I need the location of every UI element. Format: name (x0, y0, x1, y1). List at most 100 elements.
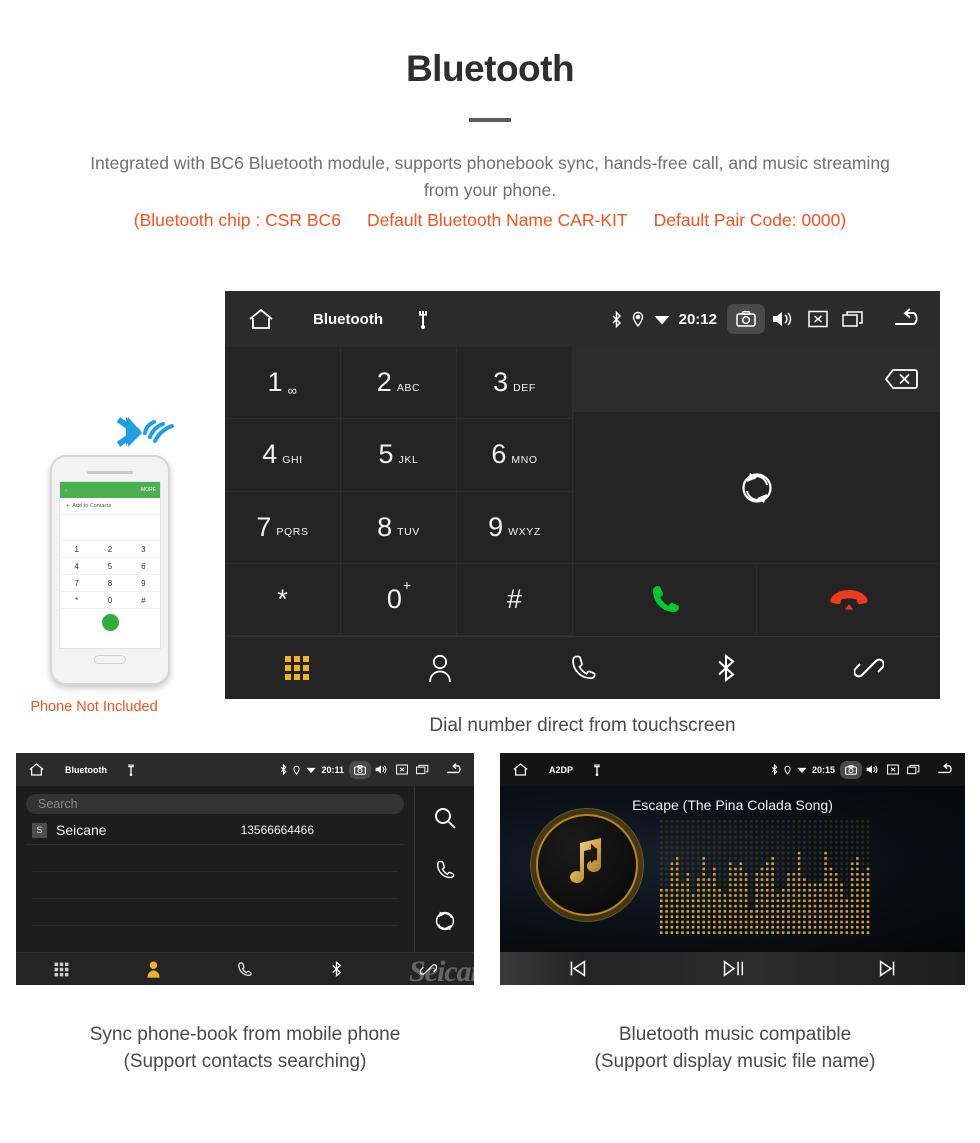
avatar: S (32, 822, 47, 838)
list-item-empty (32, 872, 398, 899)
back-icon[interactable] (936, 763, 957, 776)
phonebook-clock: 20:11 (321, 764, 344, 775)
contact-number: 13566664466 (240, 823, 314, 837)
keypad-key-hash[interactable]: # (457, 563, 573, 636)
keypad-key-1[interactable]: 1 ∞ (225, 347, 341, 420)
dialer-audio-switch-button[interactable] (573, 412, 940, 564)
keypad-key-2[interactable]: 2 ABC (341, 347, 457, 420)
close-box-icon[interactable] (887, 764, 899, 775)
phone-call-row (60, 609, 160, 635)
music-bluetooth-note-icon (570, 838, 602, 884)
keypad-key-0[interactable]: 0 + (341, 563, 457, 636)
hangup-button[interactable] (757, 564, 940, 636)
sidebar-item-call-history[interactable] (199, 961, 291, 978)
music-status-bar: A2DP 20:15 (500, 753, 965, 786)
usb-icon (417, 309, 429, 329)
play-pause-button[interactable] (655, 959, 810, 978)
camera-icon[interactable] (840, 760, 862, 779)
sidebar-item-bluetooth[interactable] (291, 960, 383, 978)
phone-key-0: 0 (93, 592, 127, 609)
keypad-key-3[interactable]: 3 DEF (457, 347, 573, 420)
volume-icon[interactable] (772, 310, 794, 328)
sync-icon[interactable] (434, 910, 456, 932)
keypad-key-5[interactable]: 5 JKL (341, 419, 457, 492)
back-icon[interactable] (445, 763, 466, 776)
volume-icon[interactable] (375, 764, 388, 775)
keypad-key-star[interactable]: * (225, 563, 341, 636)
phone-key-8: 8 (93, 575, 127, 592)
keypad-key-4[interactable]: 4 GHI (225, 419, 341, 492)
phone-key-4: 4 (60, 558, 94, 575)
wifi-icon (797, 766, 807, 774)
location-icon (632, 311, 644, 327)
dialer-number-display[interactable] (573, 347, 940, 412)
phone-back-icon: ← (64, 487, 69, 493)
recent-apps-icon[interactable] (842, 310, 864, 328)
recent-apps-icon[interactable] (416, 764, 429, 775)
hangup-icon (829, 590, 868, 610)
camera-icon[interactable] (727, 304, 765, 334)
sidebar-item-contacts[interactable] (368, 653, 511, 683)
home-icon[interactable] (247, 307, 275, 331)
home-icon[interactable] (28, 762, 45, 777)
keypad-key-6[interactable]: 6 MNO (457, 419, 573, 492)
back-icon[interactable] (892, 308, 926, 330)
keypad-key-9[interactable]: 9 WXYZ (457, 491, 573, 564)
title-divider (469, 118, 511, 122)
sidebar-item-contacts[interactable] (108, 960, 200, 978)
keypad-icon (284, 656, 309, 680)
close-box-icon[interactable] (396, 764, 408, 775)
call-icon[interactable] (434, 859, 456, 881)
close-box-icon[interactable] (808, 310, 828, 328)
keypad-digit: 2 (376, 367, 392, 398)
spec-line: (Bluetooth chip : CSR BC6 Default Blueto… (0, 210, 980, 231)
sidebar-item-call-history[interactable] (511, 653, 654, 683)
sidebar-item-keypad[interactable] (225, 655, 368, 681)
previous-track-button[interactable] (500, 959, 655, 978)
search-input[interactable]: Search (26, 794, 404, 814)
phone-key-7: 7 (60, 575, 94, 592)
phone-add-label: Add to Contacts (72, 503, 112, 509)
phone-earpiece (87, 471, 133, 474)
phonebook-caption-line2: (Support contacts searching) (123, 1050, 367, 1072)
keypad-key-8[interactable]: 8 TUV (341, 491, 457, 564)
keypad-digit: 5 (378, 439, 394, 470)
keypad-icon (54, 962, 69, 976)
next-track-button[interactable] (810, 959, 965, 978)
phone-key-3: 3 (126, 541, 160, 558)
call-history-icon (571, 655, 596, 680)
music-transport-controls (500, 952, 965, 985)
list-item-empty (32, 899, 398, 926)
volume-icon[interactable] (866, 764, 879, 775)
music-caption: Bluetooth music compatible (Support disp… (490, 1022, 980, 1076)
bluetooth-icon (280, 764, 287, 775)
sidebar-item-bluetooth[interactable] (654, 652, 797, 684)
keypad-letters: JKL (398, 453, 419, 466)
sidebar-item-keypad[interactable] (16, 962, 108, 977)
music-caption-line1: Bluetooth music compatible (618, 1024, 852, 1045)
phonebook-caption: Sync phone-book from mobile phone (Suppo… (0, 1022, 490, 1076)
keypad-letters: MNO (511, 453, 538, 466)
bluetooth-icon (717, 653, 735, 683)
keypad-key-7[interactable]: 7 PQRS (225, 491, 341, 564)
contact-name: Seicane (56, 822, 107, 838)
sidebar-item-pair-link[interactable] (382, 961, 474, 978)
sidebar-item-pair-link[interactable] (797, 653, 940, 683)
backspace-icon[interactable] (872, 366, 918, 392)
contacts-icon (428, 654, 451, 683)
recent-apps-icon[interactable] (907, 764, 920, 775)
home-icon[interactable] (512, 762, 529, 777)
call-button[interactable] (573, 564, 757, 636)
call-icon (652, 586, 679, 612)
intro-paragraph: Integrated with BC6 Bluetooth module, su… (90, 153, 890, 201)
music-clock: 20:15 (811, 764, 835, 775)
location-icon (784, 765, 791, 775)
camera-icon[interactable] (349, 760, 371, 779)
list-item[interactable]: S Seicane 13566664466 (26, 816, 404, 845)
bluetooth-wireless-icon (116, 417, 174, 447)
phone-mockup: ← MORE + Add to Contacts 1 2 3 4 5 6 7 8 9 * 0 # Ph… (30, 417, 174, 715)
search-icon[interactable] (433, 806, 457, 830)
phone-more-label: MORE (141, 487, 156, 493)
sync-switch-icon (741, 472, 772, 503)
spec-name: Default Bluetooth Name CAR-KIT (366, 210, 628, 231)
